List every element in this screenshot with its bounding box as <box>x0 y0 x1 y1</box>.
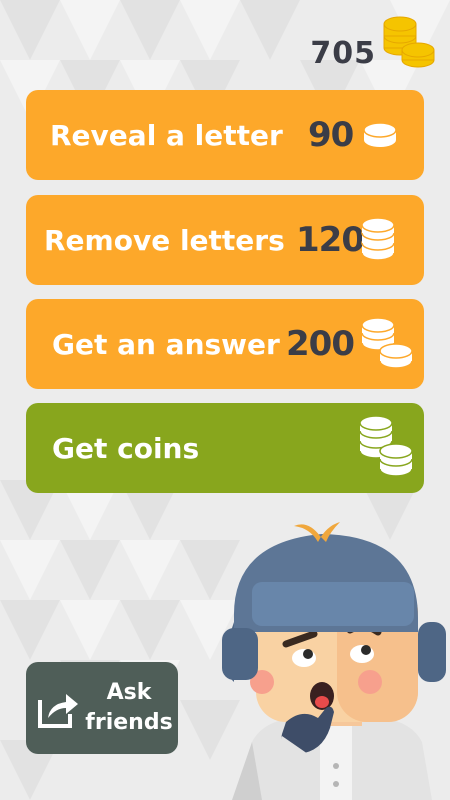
get-answer-price: 200 <box>286 324 355 364</box>
coin-stacks-icon <box>361 317 413 369</box>
remove-letters-price: 120 <box>296 220 365 260</box>
single-coin-icon <box>363 122 397 147</box>
get-coins-label: Get coins <box>52 431 200 465</box>
thinking-character-illustration <box>222 522 446 800</box>
coin-stacks-icon <box>359 415 413 477</box>
coin-stack-icon <box>361 217 395 261</box>
ask-friends-button[interactable]: Ask friends <box>26 662 178 754</box>
share-icon <box>38 694 78 728</box>
reveal-letter-price: 90 <box>308 115 354 155</box>
get-coins-button[interactable]: Get coins <box>26 403 424 493</box>
ask-friends-line1: Ask <box>106 680 152 705</box>
reveal-letter-button[interactable]: Reveal a letter 90 <box>26 90 424 180</box>
get-answer-label: Get an answer <box>52 327 280 361</box>
get-answer-button[interactable]: Get an answer 200 <box>26 299 424 389</box>
coin-balance: 705 <box>310 36 376 71</box>
remove-letters-button[interactable]: Remove letters 120 <box>26 195 424 285</box>
reveal-letter-label: Reveal a letter <box>50 118 283 152</box>
remove-letters-label: Remove letters <box>44 223 285 257</box>
ask-friends-line2: friends <box>85 710 173 735</box>
coin-stack-icon <box>383 16 435 68</box>
ask-friends-label: Ask friends <box>84 678 174 738</box>
